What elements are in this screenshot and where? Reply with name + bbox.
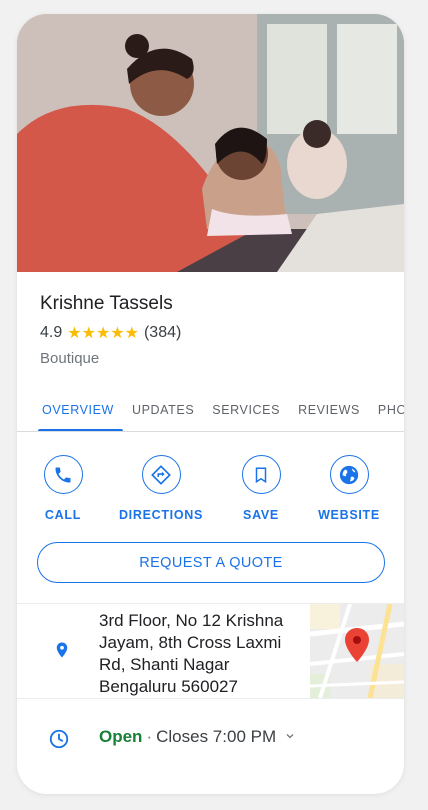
clock-icon (48, 728, 70, 755)
chevron-down-icon[interactable] (284, 730, 296, 745)
globe-icon (329, 455, 369, 494)
business-category: Boutique (40, 350, 100, 367)
rating-row[interactable]: 4.9 ★★★★★ (384) (40, 323, 181, 343)
tab-overview[interactable]: OVERVIEW (17, 388, 123, 431)
hours-text: Open · Closes 7:00 PM (99, 727, 296, 747)
bookmark-icon (241, 455, 281, 494)
star-rating-icon: ★★★★★ (67, 325, 139, 342)
hours-row[interactable]: Open · Closes 7:00 PM (17, 710, 404, 770)
hours-separator: · (146, 727, 153, 746)
address-row[interactable]: 3rd Floor, No 12 Krishna Jayam, 8th Cros… (17, 604, 404, 698)
address-line-4: Bengaluru 560027 (99, 677, 238, 696)
save-label: SAVE (243, 508, 279, 522)
tab-services[interactable]: SERVICES (203, 388, 289, 431)
rating-value: 4.9 (40, 324, 63, 341)
request-quote-button[interactable]: REQUEST A QUOTE (37, 542, 385, 583)
directions-icon (141, 455, 181, 494)
location-pin-icon (53, 639, 71, 666)
website-label: WEBSITE (318, 508, 380, 522)
map-thumbnail[interactable] (310, 604, 404, 698)
open-status: Open (99, 727, 143, 746)
review-count[interactable]: (384) (144, 324, 181, 342)
call-label: CALL (44, 508, 82, 522)
business-card: Krishne Tassels 4.9 ★★★★★ (384) Boutique… (17, 14, 404, 794)
directions-button[interactable]: DIRECTIONS (111, 455, 211, 522)
business-photo[interactable] (17, 14, 404, 272)
tab-reviews[interactable]: REVIEWS (289, 388, 369, 431)
address-line-2: Jayam, 8th Cross Laxmi (99, 633, 282, 652)
phone-icon (43, 455, 83, 494)
address-line-3: Rd, Shanti Nagar (99, 655, 230, 674)
action-row: CALL DIRECTIONS SAVE WEBSITE (17, 455, 404, 525)
directions-label: DIRECTIONS (118, 508, 204, 522)
tab-bar: OVERVIEW UPDATES SERVICES REVIEWS PHOTOS (17, 388, 404, 432)
call-button[interactable]: CALL (17, 455, 113, 522)
website-button[interactable]: WEBSITE (299, 455, 399, 522)
save-button[interactable]: SAVE (211, 455, 311, 522)
address-text: 3rd Floor, No 12 Krishna Jayam, 8th Cros… (99, 610, 309, 698)
address-line-1: 3rd Floor, No 12 Krishna (99, 611, 284, 630)
tab-updates[interactable]: UPDATES (123, 388, 203, 431)
business-name: Krishne Tassels (40, 293, 173, 314)
closing-time: Closes 7:00 PM (156, 727, 277, 746)
divider (17, 698, 404, 699)
tab-photos[interactable]: PHOTOS (369, 388, 404, 431)
